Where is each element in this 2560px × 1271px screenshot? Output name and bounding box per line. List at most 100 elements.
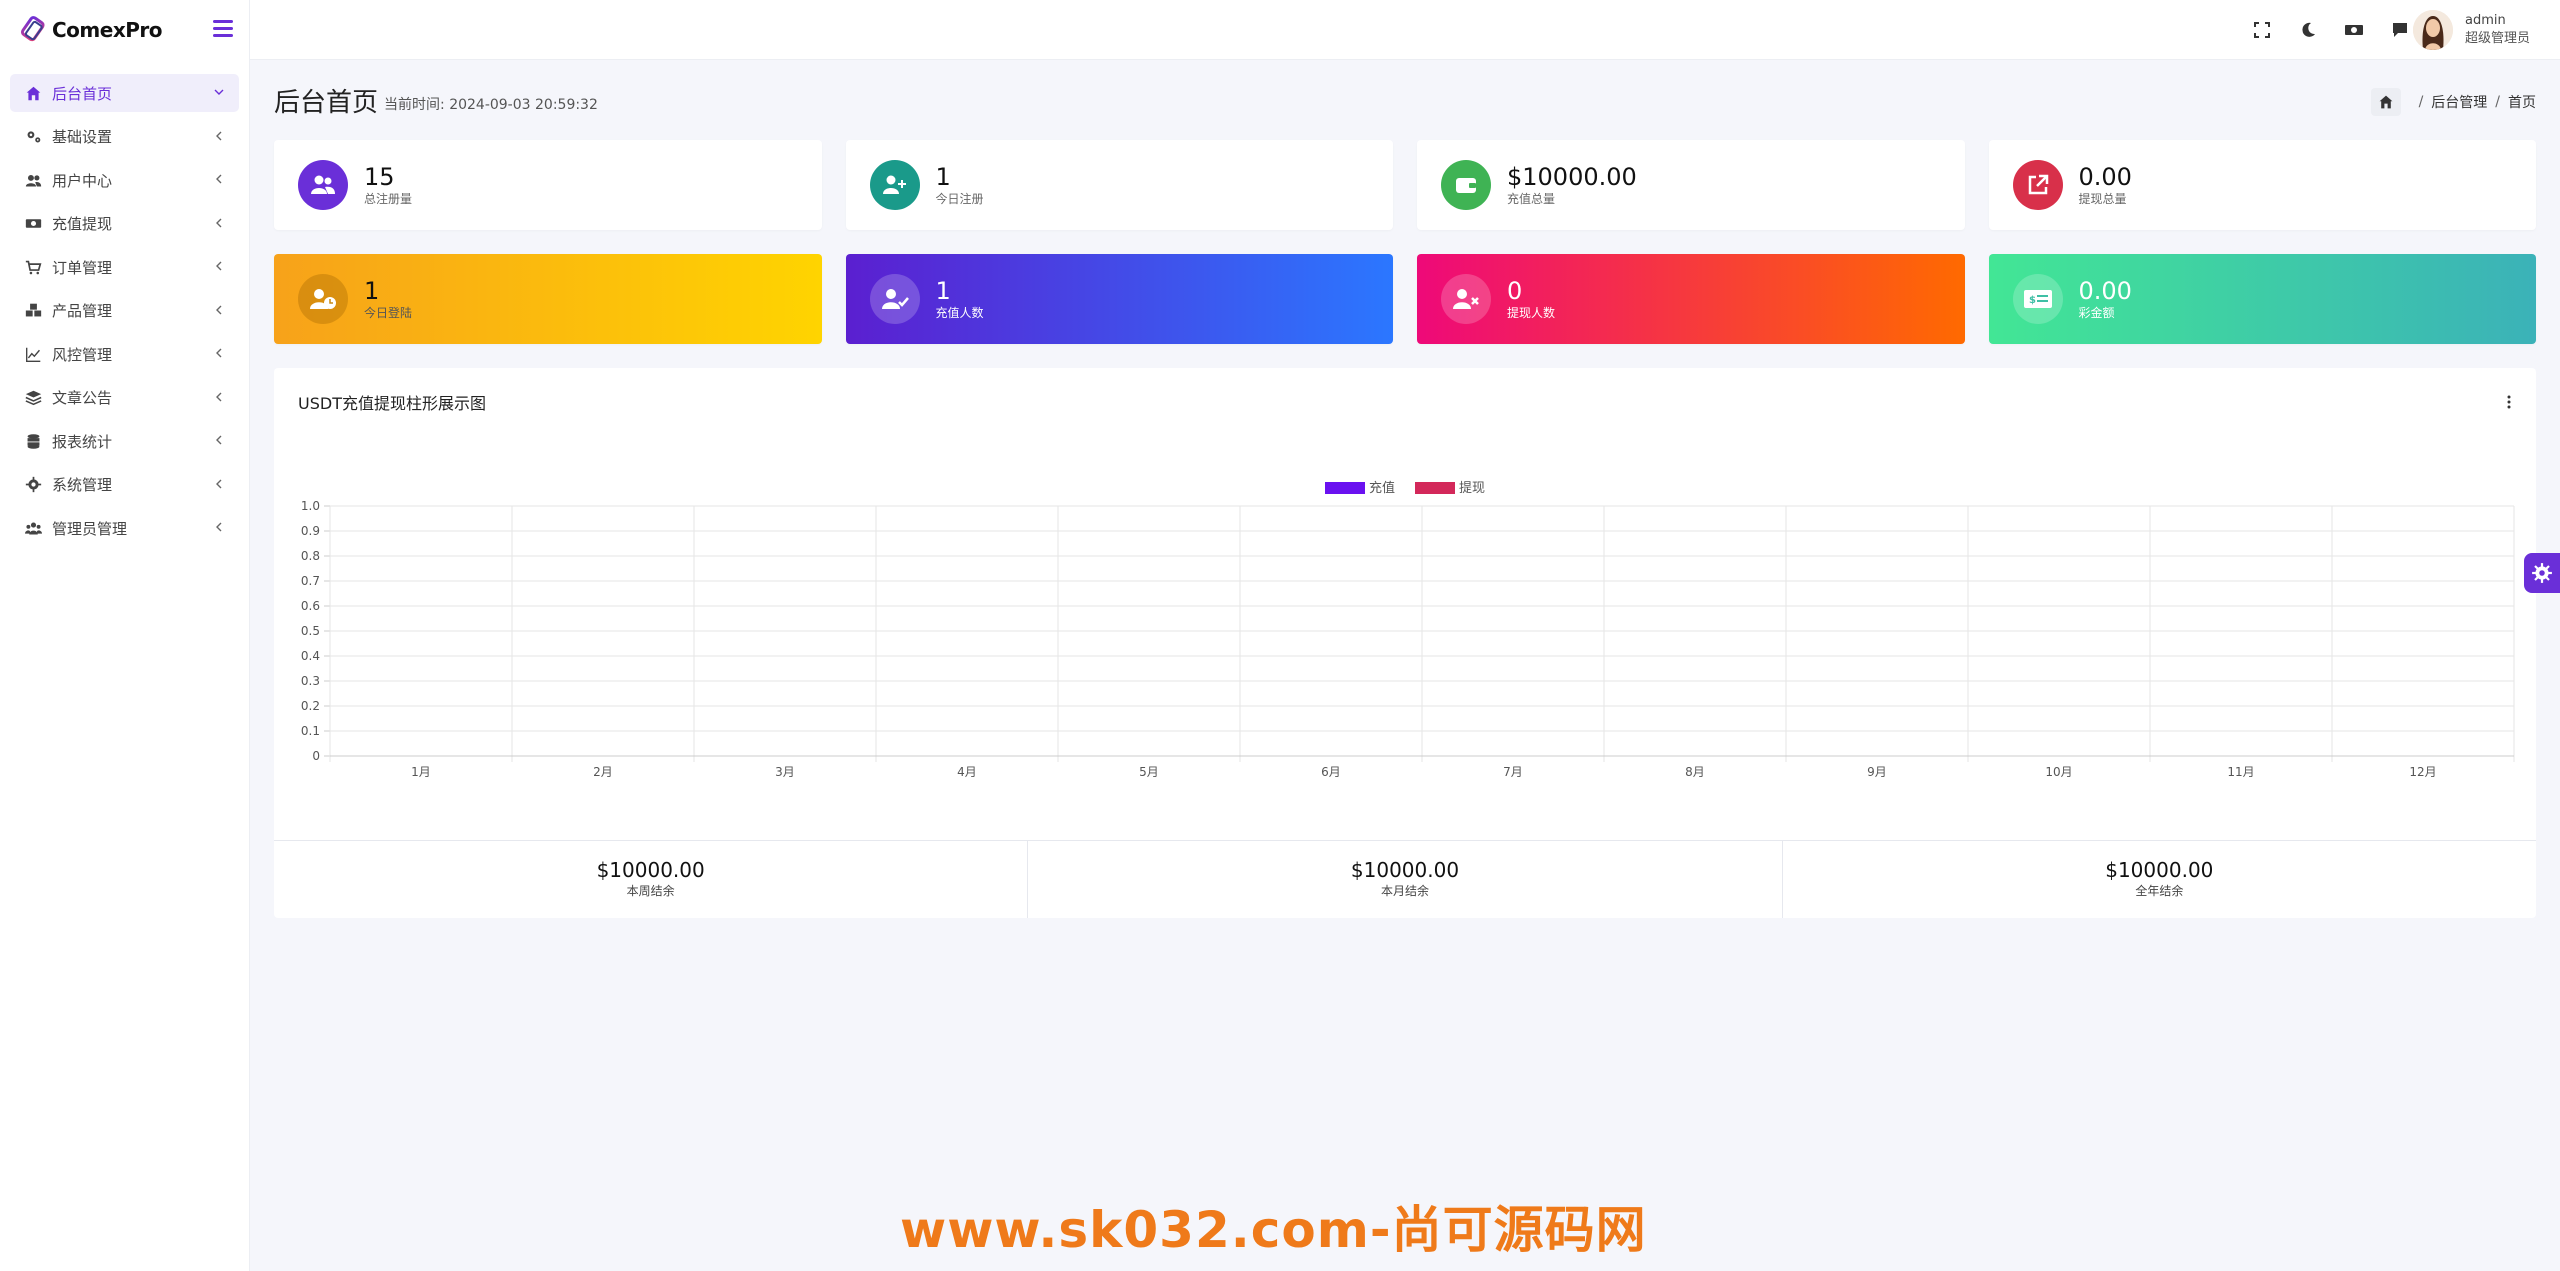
sidebar-item-basic-settings[interactable]: 基础设置 <box>10 118 239 156</box>
home-icon <box>24 84 42 102</box>
users-icon <box>298 160 348 210</box>
external-link-icon <box>2012 160 2063 210</box>
sidebar-item-reports[interactable]: 报表统计 <box>10 422 239 460</box>
breadcrumb-item: 首页 <box>2508 95 2536 111</box>
chevron-left-icon <box>216 131 222 140</box>
breadcrumb-separator: / <box>2418 94 2424 110</box>
stat-value: 0.00 <box>2078 163 2132 191</box>
moon-icon[interactable] <box>2298 20 2318 40</box>
chevron-left-icon <box>216 435 222 445</box>
sidebar: ComexPro 后台首页 基础设置 用户中心 充值提现 订单管理 产品管理 风… <box>0 0 250 1271</box>
x-tick-label: 3月 <box>775 765 795 779</box>
sidebar-item-label: 后台首页 <box>52 84 113 103</box>
home-icon[interactable] <box>2370 88 2401 116</box>
breadcrumb-item[interactable]: 后台管理 <box>2431 92 2487 112</box>
y-tick-label: 0.4 <box>301 649 320 663</box>
x-tick-label: 10月 <box>2045 765 2072 779</box>
stat-card-total-withdraw: 0.00 提现总量 <box>1988 140 2536 230</box>
sidebar-item-deposit-withdraw[interactable]: 充值提现 <box>10 205 239 243</box>
breadcrumb-separator: / <box>2495 94 2500 110</box>
gear-icon <box>2532 563 2552 583</box>
stat-value: 1 <box>935 277 951 305</box>
chevron-left-icon <box>216 174 222 184</box>
legend-label: 充值 <box>1369 480 1395 496</box>
summary-month: $10000.00 本月结余 <box>1028 841 1783 918</box>
chart-line-icon <box>24 345 42 363</box>
x-tick-label: 6月 <box>1321 765 1341 779</box>
stat-card-today-logins: 1 今日登陆 <box>274 254 822 344</box>
sidebar-item-label: 系统管理 <box>52 476 113 494</box>
y-tick-label: 1.0 <box>301 499 320 513</box>
chart-card: USDT充值提现柱形展示图 充值 提现 0 0.1 0.2 0.3 0.4 0.5 0.6 0.7… <box>274 368 2536 918</box>
cubes-icon <box>24 302 42 320</box>
time-value: 2024-09-03 20:59:32 <box>449 97 598 113</box>
stat-value: 0 <box>1507 277 1523 305</box>
database-icon <box>24 432 42 450</box>
summary-week: $10000.00 本周结余 <box>274 841 1029 918</box>
stat-card-bonus-amount: $ 0.00 彩金额 <box>1988 254 2536 344</box>
y-tick-label: 0 <box>312 749 320 763</box>
summary-year: $10000.00 全年结余 <box>1783 841 2536 918</box>
sidebar-item-user-center[interactable]: 用户中心 <box>10 161 239 199</box>
y-tick-label: 0.8 <box>301 549 320 563</box>
sidebar-item-dashboard[interactable]: 后台首页 <box>10 74 239 112</box>
chart-title: USDT充值提现柱形展示图 <box>298 394 486 413</box>
message-icon[interactable] <box>2390 20 2410 40</box>
watermark: www.sk032.com-尚可源码网 <box>900 1201 1647 1259</box>
user-menu[interactable]: admin 超级管理员 <box>2412 10 2530 50</box>
brand[interactable]: ComexPro <box>0 0 249 60</box>
current-time: 当前时间: 2024-09-03 20:59:32 <box>384 94 598 114</box>
sidebar-item-articles[interactable]: 文章公告 <box>10 379 239 417</box>
sidebar-item-risk-control[interactable]: 风控管理 <box>10 335 239 373</box>
settings-fab[interactable] <box>2524 553 2560 593</box>
page-header: 后台首页 当前时间: 2024-09-03 20:59:32 / 后台管理 / … <box>274 60 2536 140</box>
stat-label: 充值总量 <box>1507 192 1556 206</box>
y-tick-label: 0.1 <box>301 724 320 738</box>
chevron-left-icon <box>216 348 222 358</box>
stat-card-total-registrations: 15 总注册量 <box>274 140 822 230</box>
money-icon <box>24 215 42 233</box>
sidebar-item-label: 报表统计 <box>52 432 113 451</box>
sidebar-item-products[interactable]: 产品管理 <box>10 292 239 330</box>
sidebar-item-system[interactable]: 系统管理 <box>10 466 239 504</box>
x-tick-label: 4月 <box>957 765 977 779</box>
summary-label: 本月结余 <box>1380 884 1429 898</box>
stat-card-today-registrations: 1 今日注册 <box>845 140 1393 230</box>
x-tick-label: 11月 <box>2227 765 2254 779</box>
summary-label: 本周结余 <box>626 884 675 898</box>
stat-card-deposit-users: 1 充值人数 <box>845 254 1393 344</box>
summary-value: $10000.00 <box>596 858 705 882</box>
stat-label: 今日登陆 <box>364 306 413 320</box>
y-tick-label: 0.6 <box>301 599 320 613</box>
fullscreen-icon[interactable] <box>2252 20 2272 40</box>
stat-label: 提现总量 <box>2078 192 2127 206</box>
sidebar-item-label: 用户中心 <box>52 171 113 190</box>
chevron-left-icon <box>216 522 222 532</box>
cart-icon <box>24 258 42 276</box>
sidebar-menu: 后台首页 基础设置 用户中心 充值提现 订单管理 产品管理 风控管理 文章公告 … <box>0 74 249 547</box>
stat-card-total-deposit: $10000.00 充值总量 <box>1417 140 1965 230</box>
layers-icon <box>24 389 42 407</box>
menu-toggle-icon[interactable] <box>213 20 233 38</box>
stat-value: 1 <box>935 163 951 191</box>
user-plus-icon <box>869 160 920 210</box>
summary-label: 全年结余 <box>2135 884 2184 898</box>
more-vertical-icon[interactable] <box>2506 394 2512 410</box>
sidebar-item-label: 产品管理 <box>52 302 113 320</box>
x-tick-label: 7月 <box>1503 765 1523 779</box>
summary-value: $10000.00 <box>1350 858 1460 882</box>
sidebar-item-label: 基础设置 <box>52 128 113 146</box>
page-title: 后台首页 <box>274 87 379 118</box>
sidebar-item-label: 文章公告 <box>52 389 113 407</box>
cash-icon[interactable] <box>2344 20 2364 40</box>
sidebar-item-admins[interactable]: 管理员管理 <box>10 509 239 547</box>
chevron-left-icon <box>216 305 222 314</box>
users-icon <box>24 171 42 189</box>
y-tick-label: 0.7 <box>301 574 320 588</box>
chevron-left-icon <box>216 479 222 488</box>
sidebar-item-orders[interactable]: 订单管理 <box>10 248 239 286</box>
brand-name: ComexPro <box>52 18 162 42</box>
sidebar-item-label: 订单管理 <box>52 258 113 277</box>
user-clock-icon <box>298 274 348 324</box>
bar-chart: 充值 提现 0 0.1 0.2 0.3 0.4 0.5 0.6 0.7 0.8 0.9 1.0 1月 2月 3… <box>301 480 2515 779</box>
